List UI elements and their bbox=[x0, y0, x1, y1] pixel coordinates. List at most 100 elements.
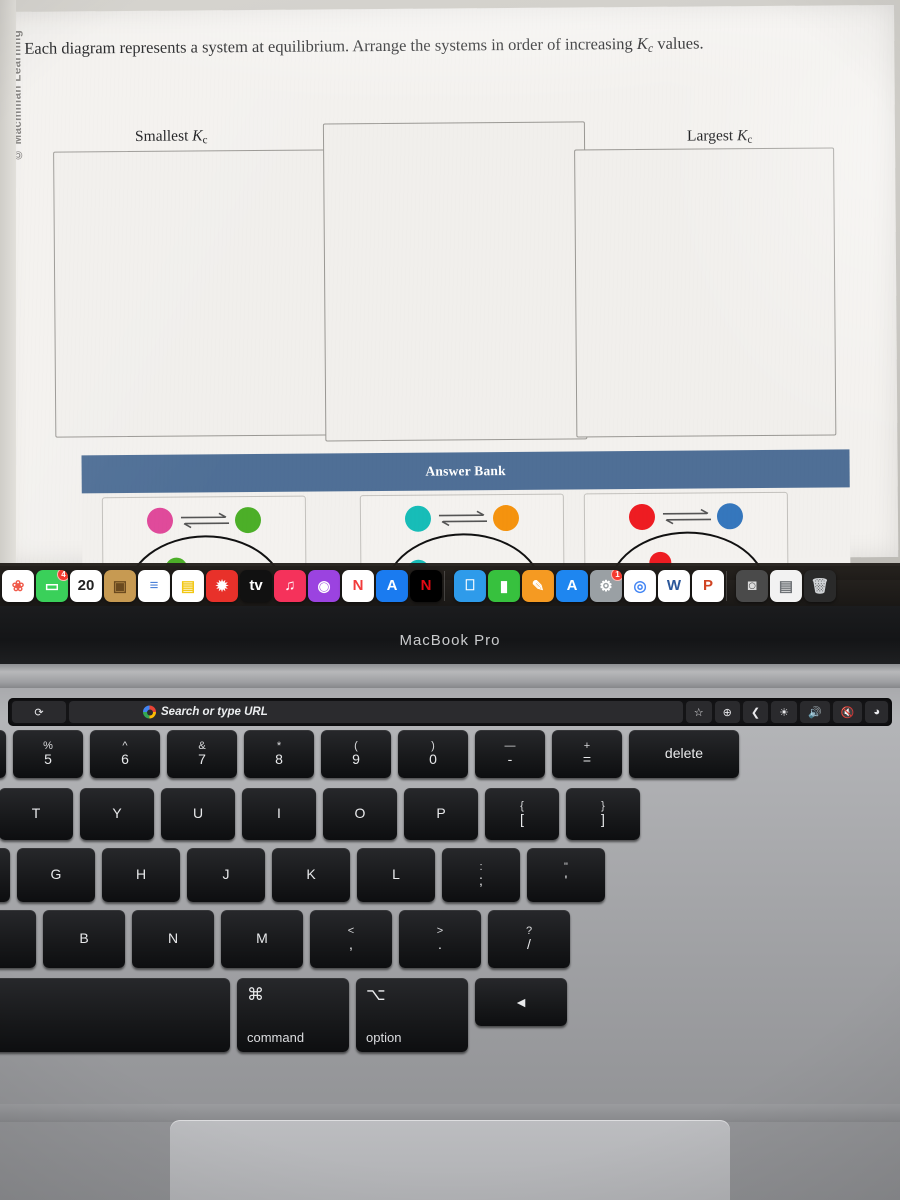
key-h[interactable]: H bbox=[102, 848, 180, 902]
dock-icon-system-settings[interactable]: ⚙ 1 bbox=[590, 569, 622, 602]
key-legend-top: ? bbox=[525, 924, 533, 937]
keyboard-row-home[interactable]: FGHJKL:;"' bbox=[0, 848, 605, 902]
chrome-icon: ◎ bbox=[633, 577, 647, 595]
key-legend-bottom: . bbox=[438, 936, 442, 953]
key-f[interactable]: F bbox=[0, 848, 10, 902]
search-input[interactable]: Search or type URL bbox=[69, 701, 683, 723]
dock-icon-photo-booth[interactable]: ◙ bbox=[736, 569, 768, 602]
dropzone-largest[interactable] bbox=[574, 147, 837, 438]
trackpad[interactable] bbox=[170, 1120, 730, 1200]
key-legend: Y bbox=[112, 805, 122, 822]
key-b[interactable]: B bbox=[43, 910, 125, 968]
key-j[interactable]: J bbox=[187, 848, 265, 902]
touch-bar[interactable]: ⟳ Search or type URL ☆ ⊕ ❮ ☀ 🔊 🔇 ◕ bbox=[8, 698, 892, 726]
key-legend-bottom: ] bbox=[601, 811, 605, 828]
key-t[interactable]: T bbox=[0, 788, 73, 840]
dock-badge: 1 bbox=[611, 569, 622, 581]
key-space[interactable] bbox=[0, 978, 230, 1052]
running-indicator bbox=[672, 597, 676, 601]
key-6[interactable]: ^ 6 bbox=[90, 730, 160, 778]
key-9[interactable]: (9 bbox=[321, 730, 391, 778]
dock-icon-pages[interactable]: ✎ bbox=[522, 569, 554, 602]
key-[interactable]: + = bbox=[552, 730, 622, 778]
key-[interactable]: {[ bbox=[485, 788, 559, 840]
key-legend-bottom: 8 bbox=[275, 751, 283, 768]
dock-icon-netflix[interactable]: N bbox=[410, 569, 442, 602]
key-legend-bottom: 5 bbox=[44, 751, 52, 768]
keynote-icon: ⎕ bbox=[465, 577, 475, 594]
dock-icon-apple-tv[interactable]: tv bbox=[240, 569, 272, 602]
dock-icon-numbers[interactable]: ▮ bbox=[488, 569, 520, 602]
key-v[interactable]: V bbox=[0, 910, 36, 968]
key-i[interactable]: I bbox=[242, 788, 316, 840]
keyboard-row-bottom[interactable]: VBNM<,>.?/ bbox=[0, 910, 570, 968]
key-[interactable]: }] bbox=[566, 788, 640, 840]
keyboard-row-numbers[interactable]: $4%5^6&7*8(9)0—-+=delete bbox=[0, 730, 739, 778]
key-u[interactable]: U bbox=[161, 788, 235, 840]
dock-icon-word[interactable]: W bbox=[658, 569, 690, 602]
dock-icon-powerpoint[interactable]: P bbox=[692, 569, 724, 602]
dock-icon-finder-window[interactable]: ▤ bbox=[770, 569, 802, 602]
dock-icon-notes[interactable]: ▤ bbox=[172, 569, 204, 602]
key-l[interactable]: L bbox=[357, 848, 435, 902]
key-n[interactable]: N bbox=[132, 910, 214, 968]
laptop-screen: © Macmillan Learning Each diagram repres… bbox=[0, 0, 900, 575]
key-7[interactable]: & 7 bbox=[167, 730, 237, 778]
key-[interactable]: — - bbox=[475, 730, 545, 778]
music-icon: ♫ bbox=[284, 577, 296, 594]
key-8[interactable]: * 8 bbox=[244, 730, 314, 778]
largest-label-text: Largest bbox=[686, 127, 734, 145]
key-arrow-left[interactable]: ◄ bbox=[475, 978, 567, 1026]
dock-icon-keynote[interactable]: ⎕ bbox=[454, 569, 486, 602]
key-[interactable]: <, bbox=[310, 910, 392, 968]
dock-icon-chrome[interactable]: ◎ bbox=[624, 569, 656, 602]
back-icon[interactable]: ❮ bbox=[742, 701, 769, 723]
key-[interactable]: >. bbox=[399, 910, 481, 968]
browser-page: © Macmillan Learning Each diagram repres… bbox=[0, 4, 899, 575]
question-prompt: Each diagram represents a system at equi… bbox=[24, 31, 864, 61]
dock-icon-app-store[interactable]: A bbox=[556, 569, 588, 602]
dock-icon-contacts[interactable]: ▣ bbox=[104, 569, 136, 602]
siri-icon[interactable]: ◕ bbox=[865, 701, 888, 723]
key-delete[interactable]: delete bbox=[629, 730, 739, 778]
key-k[interactable]: K bbox=[272, 848, 350, 902]
dock-icon-photos[interactable]: ❀ bbox=[2, 569, 34, 602]
key-g[interactable]: G bbox=[17, 848, 95, 902]
key-y[interactable]: Y bbox=[80, 788, 154, 840]
key-legend-top: < bbox=[347, 924, 355, 937]
key-command[interactable]: ⌘ command bbox=[237, 978, 349, 1052]
dock-icon-appstore-blue[interactable]: A bbox=[376, 569, 408, 602]
key-legend: option bbox=[366, 1030, 402, 1045]
dock-icon-canvas[interactable]: ✹ bbox=[206, 569, 238, 602]
key-legend-bottom: 0 bbox=[429, 751, 437, 768]
dock-icon-calendar[interactable]: 20 bbox=[70, 569, 102, 602]
new-tab-icon[interactable]: ⊕ bbox=[714, 701, 740, 723]
key-p[interactable]: P bbox=[404, 788, 478, 840]
keyboard[interactable]: $4%5^6&7*8(9)0—-+=delete RTYUIOP{[}] FGH… bbox=[0, 730, 900, 1052]
dock-icon-music[interactable]: ♫ bbox=[274, 569, 306, 602]
dock-icon-reminders[interactable]: ≡ bbox=[138, 569, 170, 602]
dropzone-smallest[interactable] bbox=[53, 149, 346, 438]
key-[interactable]: ? / bbox=[488, 910, 570, 968]
mute-icon[interactable]: 🔇 bbox=[832, 701, 863, 723]
dock-icon-trash[interactable]: 🗑 bbox=[804, 569, 836, 602]
dock-icon-news[interactable]: N bbox=[342, 569, 374, 602]
macos-dock[interactable]: ❀ ▭ 4 20 ▣ ≡ ▤ ✹ tv ♫ ◉ N A N ⎕ ▮ ✎ A ⚙ 1 ◎ W P ◙ ▤ 🗑 bbox=[0, 563, 900, 608]
dropzone-middle[interactable] bbox=[322, 121, 588, 442]
brightness-icon[interactable]: ☀ bbox=[771, 701, 797, 723]
reload-icon[interactable]: ⟳ bbox=[12, 701, 66, 723]
key-[interactable]: " ' bbox=[527, 848, 605, 902]
bookmark-icon[interactable]: ☆ bbox=[685, 701, 712, 723]
key-o[interactable]: O bbox=[323, 788, 397, 840]
key-4[interactable]: $4 bbox=[0, 730, 6, 778]
key-0[interactable]: ) 0 bbox=[398, 730, 468, 778]
volume-up-icon[interactable]: 🔊 bbox=[799, 701, 830, 723]
key-[interactable]: :; bbox=[442, 848, 520, 902]
dock-icon-podcasts[interactable]: ◉ bbox=[308, 569, 340, 602]
dock-icon-facetime[interactable]: ▭ 4 bbox=[36, 569, 68, 602]
keyboard-row-qwerty[interactable]: RTYUIOP{[}] bbox=[0, 788, 640, 840]
key-5[interactable]: % 5 bbox=[13, 730, 83, 778]
key-m[interactable]: M bbox=[221, 910, 303, 968]
keyboard-row-modifiers[interactable]: ⌘ command ⌥ option ◄ bbox=[0, 978, 567, 1052]
key-option[interactable]: ⌥ option bbox=[356, 978, 468, 1052]
